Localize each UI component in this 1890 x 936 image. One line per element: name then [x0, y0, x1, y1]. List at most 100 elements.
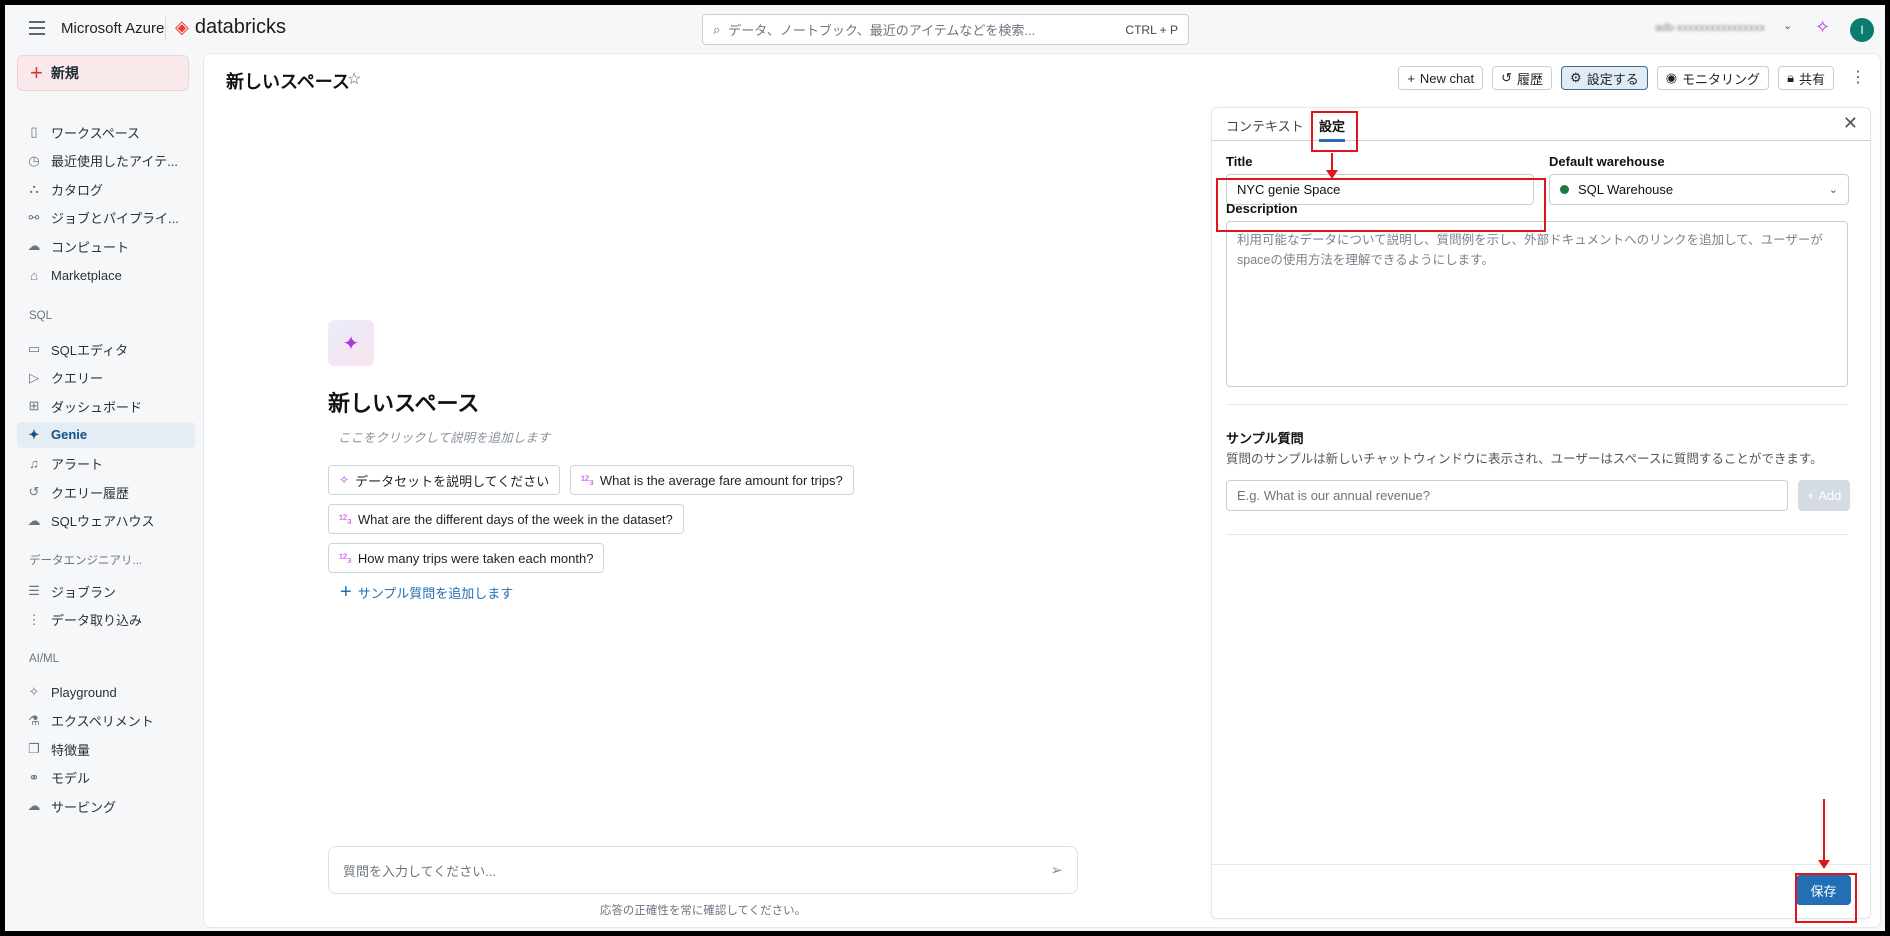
plus-icon: +: [1407, 70, 1415, 86]
title-label: Title: [1226, 154, 1253, 169]
sidebar-item[interactable]: ⊞ ダッシュボード: [17, 393, 195, 419]
settings-label: 設定する: [1586, 71, 1639, 87]
search-input[interactable]: ⌕ データ、ノートブック、最近のアイテムなどを検索... CTRL + P: [702, 14, 1189, 45]
description-label: Description: [1226, 201, 1298, 216]
annotation-arrow: [1818, 799, 1830, 869]
databricks-logo[interactable]: ◈ databricks: [175, 16, 286, 39]
sidebar-item-label: クエリー履歴: [51, 485, 130, 501]
sidebar-item[interactable]: ◷ 最近使用したアイテ...: [17, 148, 195, 174]
history-button[interactable]: ↺ 履歴: [1492, 66, 1553, 90]
description-textarea[interactable]: 利用可能なデータについて説明し、質問例を示し、外部ドキュメントへのリンクを追加し…: [1226, 221, 1848, 387]
sidebar-item[interactable]: ✧ Playground: [17, 679, 195, 705]
sidebar-item[interactable]: ⚯ ジョブとパイプライ...: [17, 205, 195, 231]
sidebar-item[interactable]: ▯ ワークスペース: [17, 119, 195, 145]
monitoring-button[interactable]: ◉ モニタリング: [1656, 66, 1770, 90]
disclaimer: 応答の正確性を常に確認してください。: [599, 905, 807, 917]
sidebar-item[interactable]: ❐ 特徴量: [17, 736, 195, 762]
sample-question-chip[interactable]: ¹²₃ How many trips were taken each month?: [328, 543, 605, 573]
sample-question-chip[interactable]: ¹²₃ What is the average fare amount for t…: [570, 465, 854, 495]
databricks-wordmark: databricks: [194, 16, 286, 38]
sidebar-item[interactable]: ✦ Genie: [17, 421, 195, 448]
sample-question-chip[interactable]: ✧ データセットを説明してください: [328, 465, 561, 495]
avatar[interactable]: I: [1850, 18, 1874, 42]
numbers-icon: ¹²₃: [339, 512, 352, 526]
sample-question-input[interactable]: E.g. What is our annual revenue?: [1226, 480, 1788, 511]
history-icon: ↺: [1501, 70, 1513, 85]
add-sample-question-link[interactable]: + サンプル質問を追加します: [340, 581, 513, 604]
star-icon[interactable]: ☆: [347, 69, 361, 89]
search-shortcut: CTRL + P: [1125, 22, 1178, 37]
sample-question-text: How many trips were taken each month?: [357, 550, 594, 566]
chat-placeholder: 質問を入力してください...: [343, 863, 497, 879]
plus-icon: +: [340, 581, 352, 603]
menu-icon[interactable]: [29, 21, 45, 35]
send-icon[interactable]: ➢: [1050, 861, 1063, 879]
sample-questions-label: サンプル質問: [1226, 431, 1304, 446]
numbers-icon: ¹²₃: [339, 551, 352, 565]
title-value: NYC genie Space: [1237, 182, 1341, 197]
tab-settings[interactable]: 設定: [1319, 116, 1346, 142]
sidebar-item[interactable]: ⋮ データ取り込み: [17, 607, 195, 633]
sidebar-item-label: SQLエディタ: [51, 342, 129, 358]
monitoring-label: モニタリング: [1682, 71, 1761, 87]
sidebar-item[interactable]: ⌂ Marketplace: [17, 262, 195, 288]
plus-icon: +: [30, 60, 43, 85]
sidebar-section-header: SQL: [29, 310, 53, 322]
space-description-placeholder[interactable]: ここをクリックして説明を追加します: [338, 427, 550, 446]
sidebar-item[interactable]: ☁ SQLウェアハウス: [17, 508, 195, 534]
sidebar-item[interactable]: ▭ SQLエディタ: [17, 336, 195, 362]
new-chat-button[interactable]: + New chat: [1398, 66, 1484, 90]
more-options-icon[interactable]: ⋮: [1850, 67, 1866, 87]
nav-icon: ❐: [28, 741, 40, 757]
add-sample-label: サンプル質問を追加します: [357, 586, 514, 601]
sidebar-item-label: ジョブとパイプライ...: [51, 211, 179, 227]
nav-icon: ⚗: [28, 712, 40, 728]
sample-question-text: What is the average fare amount for trip…: [599, 472, 843, 488]
nav-icon: ▭: [27, 341, 41, 356]
sample-question-chip[interactable]: ¹²₃ What are the different days of the we…: [328, 504, 684, 534]
chat-input[interactable]: 質問を入力してください... ➢: [328, 846, 1078, 894]
description-placeholder: 利用可能なデータについて説明し、質問例を示し、外部ドキュメントへのリンクを追加し…: [1237, 233, 1823, 267]
add-label: Add: [1818, 488, 1842, 503]
sidebar-item[interactable]: ♫ アラート: [17, 450, 195, 476]
sidebar-item[interactable]: ☁ コンピュート: [17, 233, 195, 259]
sidebar-item[interactable]: ⚗ エクスペリメント: [17, 708, 195, 734]
save-button[interactable]: 保存: [1796, 875, 1851, 905]
sidebar-section-header: データエンジニアリ...: [29, 555, 143, 567]
share-button[interactable]: 🔒︎ 共有: [1778, 66, 1834, 90]
warehouse-value: SQL Warehouse: [1578, 182, 1674, 197]
sidebar-item[interactable]: ☰ ジョブラン: [17, 578, 195, 604]
nav-icon: ▷: [29, 369, 39, 385]
sample-question-text: データセットを説明してください: [355, 473, 550, 489]
sample-question-text: What are the different days of the week …: [357, 511, 673, 527]
nav-icon: ⚯: [28, 209, 40, 225]
new-button[interactable]: + 新規: [17, 55, 189, 91]
sidebar-item[interactable]: ☁ サービング: [17, 793, 195, 819]
nav-icon: ☰: [28, 583, 40, 598]
nav-icon: ☁: [27, 238, 41, 254]
nav-icon: ☁: [27, 512, 41, 528]
new-chat-label: New chat: [1419, 70, 1475, 86]
divider: [1226, 404, 1848, 405]
settings-button[interactable]: ⚙ 設定する: [1561, 66, 1648, 90]
add-button[interactable]: + Add: [1798, 480, 1850, 511]
lock-icon: 🔒︎: [1787, 70, 1794, 85]
close-icon[interactable]: ✕: [1843, 113, 1858, 134]
assistant-sparkle-icon[interactable]: ✧: [1815, 17, 1830, 38]
sidebar-item[interactable]: ⚭ モデル: [17, 765, 195, 791]
sidebar-item[interactable]: ↺ クエリー履歴: [17, 479, 195, 505]
azure-brand: Microsoft Azure: [61, 20, 165, 37]
warehouse-select[interactable]: SQL Warehouse ⌄: [1549, 174, 1849, 205]
nav-icon: ⌂: [30, 267, 38, 283]
sidebar-item[interactable]: ⛬ カタログ: [17, 176, 195, 202]
nav-icon: ✧: [28, 684, 40, 699]
sidebar-section-header: AI/ML: [29, 653, 60, 665]
sidebar-item-label: モデル: [51, 771, 91, 787]
databricks-logo-icon: ◈: [175, 17, 189, 37]
sidebar-item[interactable]: ▷ クエリー: [17, 365, 195, 391]
chevron-down-icon[interactable]: ⌄: [1783, 19, 1792, 32]
genie-icon: ✦: [328, 320, 374, 366]
tab-context[interactable]: コンテキスト: [1226, 116, 1304, 135]
workspace-selector[interactable]: adb-xxxxxxxxxxxxxxxx: [1655, 22, 1765, 34]
sidebar-item-label: ワークスペース: [51, 125, 141, 141]
